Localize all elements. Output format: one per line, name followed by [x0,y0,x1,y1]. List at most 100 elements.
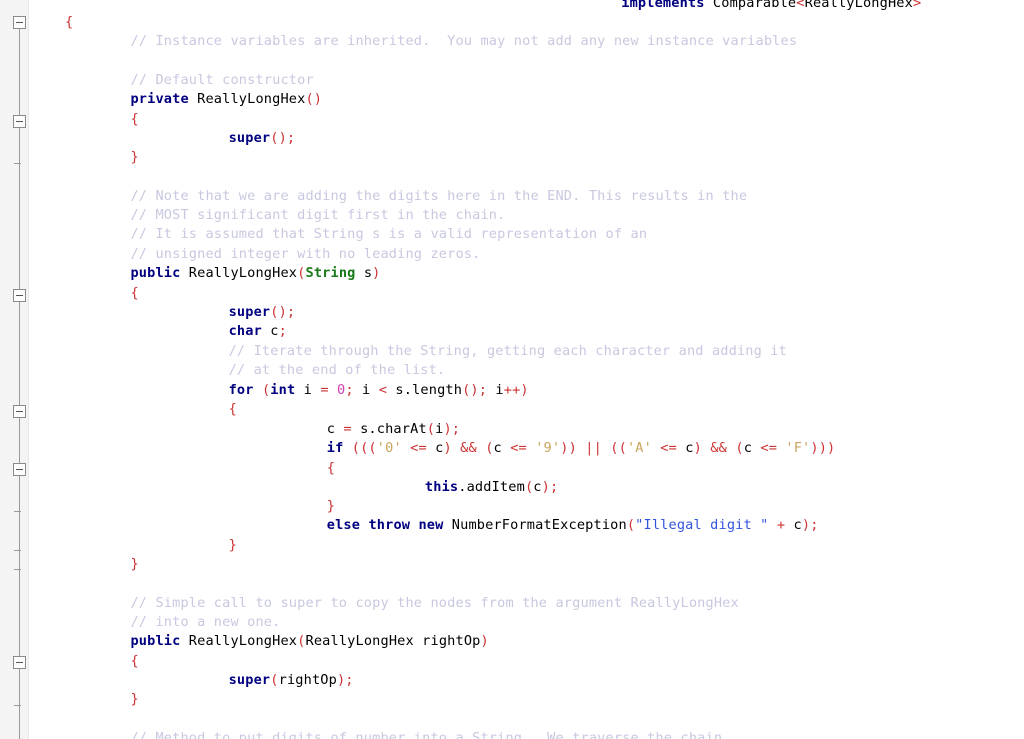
line-if-condition-token-33: 'F' [785,440,811,456]
line-copy-ctor-super-token-1: ( [270,672,279,688]
line-copy-ctor-signature-token-3: ReallyLongHex rightOp [305,633,481,649]
fold-box-default-constructor[interactable] [13,115,26,128]
line-assign-charat[interactable]: c = s.charAt(i); [327,420,460,439]
line-comment-tostring-clipped[interactable]: // Method to put digits of number into a… [130,729,722,739]
line-comment-iterate-1[interactable]: // Iterate through the String, getting e… [229,342,787,361]
line-implements[interactable]: implements Comparable<ReallyLongHex> [621,0,921,13]
line-comment-note-adding-1-token-0: // Note that we are adding the digits he… [130,188,748,204]
line-for-loop-token-8: ; [345,382,354,398]
line-for-loop-token-1 [254,382,262,398]
line-if-condition-token-21: 'A' [626,440,652,456]
line-if-condition-token-29: ( [735,440,744,456]
line-assign-charat-token-0: c [326,421,344,437]
line-this-additem[interactable]: this.addItem(c); [425,478,558,497]
line-if-condition-token-15: '9' [535,440,561,456]
line-string-ctor-signature-token-4: s [355,265,373,281]
line-default-ctor-open[interactable]: { [130,110,138,129]
fold-end-for-loop [14,550,21,551]
line-if-close-token-0: } [326,498,336,514]
line-default-ctor-signature[interactable]: private ReallyLongHex() [130,90,322,109]
fold-box-string-constructor[interactable] [13,289,26,302]
line-copy-ctor-signature[interactable]: public ReallyLongHex(ReallyLongHex right… [130,632,488,651]
line-default-ctor-signature-token-1: ReallyLongHex [188,91,306,107]
fold-box-copy-constructor[interactable] [13,656,26,669]
line-string-ctor-super-token-1: (); [270,304,296,320]
line-comment-note-adding-1[interactable]: // Note that we are adding the digits he… [130,187,747,206]
code-editor[interactable]: implements Comparable<ReallyLongHex> { // … [0,0,1024,739]
line-if-condition-token-19 [602,440,610,456]
line-for-loop-token-12: (); [462,382,488,398]
fold-box-if-block[interactable] [13,463,26,476]
line-default-ctor-open-token-0: { [130,111,139,127]
line-comment-note-adding-2-token-0: // MOST significant digit first in the c… [130,207,506,223]
line-for-loop-token-10: < [378,382,388,398]
line-if-condition-token-9: && [460,440,477,456]
line-copy-ctor-super[interactable]: super(rightOp); [229,671,354,690]
line-if-condition-token-31: <= [760,440,778,456]
line-for-loop-token-4: i [295,382,321,398]
line-comment-iterate-2[interactable]: // at the end of the list. [229,361,446,380]
line-copy-ctor-signature-token-4: ) [480,633,489,649]
line-comment-tostring-clipped-token-0: // Method to put digits of number into a… [130,730,723,739]
line-if-condition-token-8 [452,440,460,456]
line-else-throw-token-5: NumberFormatException [443,517,627,533]
line-comment-note-adding-2[interactable]: // MOST significant digit first in the c… [130,206,505,225]
line-default-ctor-close-token-0: } [130,149,139,165]
line-if-condition-token-13: <= [510,440,527,456]
code-content[interactable]: implements Comparable<ReallyLongHex> { // … [28,0,1024,739]
line-assign-charat-token-1: = [343,421,352,437]
line-comment-note-adding-3[interactable]: // It is assumed that String s is a vali… [130,225,647,244]
line-string-ctor-super[interactable]: super(); [229,303,296,322]
line-for-open[interactable]: { [229,400,237,419]
line-if-condition[interactable]: if ((('0' <= c) && (c <= '9')) || (('A' … [327,439,836,458]
line-declare-char-c[interactable]: char c; [229,322,287,341]
line-string-ctor-signature[interactable]: public ReallyLongHex(String s) [130,264,380,283]
line-for-close[interactable]: } [229,536,237,555]
line-if-condition-token-3: '0' [376,440,402,456]
line-if-condition-token-5: <= [410,440,427,456]
line-comment-copy-ctor-1[interactable]: // Simple call to super to copy the node… [130,594,738,613]
line-else-throw[interactable]: else throw new NumberFormatException("Il… [327,516,819,535]
line-for-loop-token-11: s.length [387,382,463,398]
line-this-additem-token-0: this [424,479,459,495]
fold-end-default-constructor [14,163,21,164]
line-if-open[interactable]: { [327,459,335,478]
line-class-open-brace-token-0: { [65,14,74,30]
line-string-ctor-signature-token-5: ) [372,265,381,281]
line-this-additem-token-3: c [533,479,542,495]
line-comment-copy-ctor-2-token-0: // into a new one. [130,614,281,630]
line-default-ctor-signature-token-0: private [130,91,189,107]
line-comment-iterate-2-token-0: // at the end of the list. [228,362,446,378]
fold-end-string-constructor [14,569,21,570]
line-if-condition-token-12: c [493,440,511,456]
line-string-ctor-close[interactable]: } [130,555,138,574]
line-comment-copy-ctor-1-token-0: // Simple call to super to copy the node… [130,595,739,611]
line-default-ctor-super[interactable]: super(); [229,129,296,148]
line-comment-note-adding-4[interactable]: // unsigned integer with no leading zero… [130,245,480,264]
line-if-condition-token-30: c [743,440,761,456]
line-copy-ctor-open[interactable]: { [130,652,138,671]
line-assign-charat-token-3: ( [426,421,436,437]
line-default-ctor-close[interactable]: } [130,148,138,167]
line-for-loop[interactable]: for (int i = 0; i < s.length(); i++) [229,381,529,400]
line-class-open-brace[interactable]: { [65,13,73,32]
line-comment-instance-vars[interactable]: // Instance variables are inherited. You… [130,32,797,51]
line-if-condition-token-14 [527,440,535,456]
fold-box-for-loop[interactable] [13,405,26,418]
line-for-close-token-0: } [228,537,237,553]
line-copy-ctor-close[interactable]: } [130,690,138,709]
line-else-throw-token-0: else [326,517,361,533]
line-declare-char-c-token-0: char [228,323,262,339]
line-string-ctor-open[interactable]: { [130,284,138,303]
fold-end-if-block [14,511,21,512]
line-comment-default-ctor-token-0: // Default constructor [130,72,314,88]
line-declare-char-c-token-1: c [261,323,279,339]
line-implements-token-3: ReallyLongHex [804,0,913,11]
line-if-close[interactable]: } [327,497,335,516]
line-comment-default-ctor[interactable]: // Default constructor [130,71,313,90]
editor-gutter[interactable] [0,0,29,739]
line-if-condition-token-16: )) [560,440,577,456]
line-default-ctor-signature-token-2: () [305,91,323,107]
fold-box-class-body[interactable] [13,16,26,29]
line-comment-copy-ctor-2[interactable]: // into a new one. [130,613,280,632]
